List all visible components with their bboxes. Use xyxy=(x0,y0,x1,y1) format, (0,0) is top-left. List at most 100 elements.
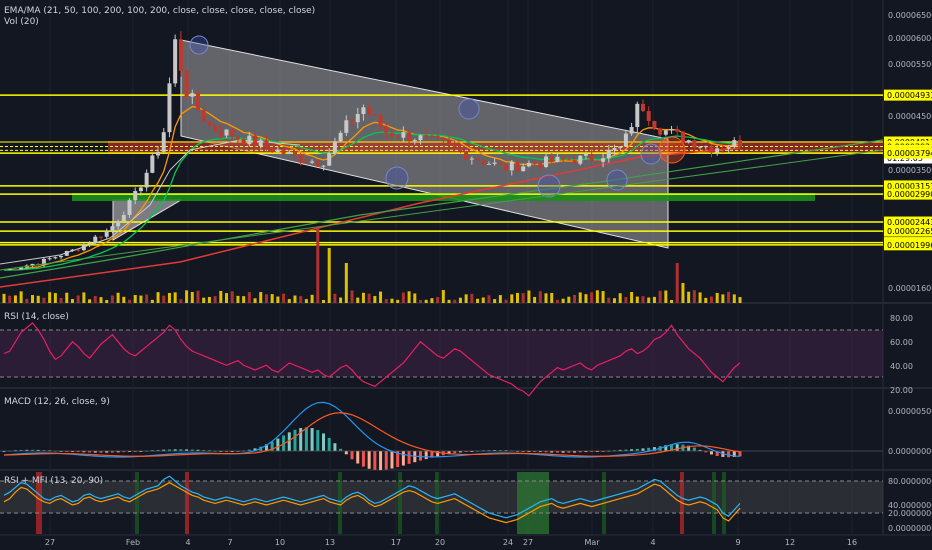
volume-bar xyxy=(82,292,86,303)
candle-body xyxy=(167,83,172,133)
volume-bar xyxy=(110,295,114,303)
highlight-circle[interactable] xyxy=(658,136,686,164)
candle-body xyxy=(190,93,195,97)
macd-histogram-bar xyxy=(401,451,405,466)
candle-body xyxy=(555,156,560,162)
volume-bar xyxy=(641,296,645,303)
rsi-pane[interactable]: RSI (14, close) xyxy=(0,312,883,397)
volume-bar xyxy=(59,297,63,303)
time-tick-label: 12 xyxy=(785,538,795,547)
candle-body xyxy=(110,226,115,231)
highlight-circle[interactable] xyxy=(458,98,480,120)
volume-bar xyxy=(270,294,274,303)
volume-bar xyxy=(25,298,29,303)
candle-body xyxy=(235,136,240,139)
candle-body xyxy=(310,161,315,163)
candle-body xyxy=(703,146,708,148)
time-tick-label: Mar xyxy=(584,538,600,547)
volume-bar xyxy=(538,291,542,303)
candle-body xyxy=(618,146,623,149)
candle-body xyxy=(692,140,697,148)
candle-body xyxy=(521,166,526,172)
macd-histogram-bar xyxy=(367,451,371,469)
candle-body xyxy=(361,107,366,115)
candle-body xyxy=(612,148,617,150)
candle-body xyxy=(572,160,577,164)
macd-pane[interactable]: MACD (12, 26, close, 9) xyxy=(0,397,883,471)
time-tick-label: 16 xyxy=(847,538,857,547)
volume-bar xyxy=(225,293,229,303)
time-tick-label: 4 xyxy=(185,538,190,547)
volume-bar xyxy=(350,290,354,303)
candle-body xyxy=(195,93,200,110)
price-pane[interactable]: EMA/MA (21, 50, 100, 200, 100, 200, clos… xyxy=(0,6,884,303)
volume-bar xyxy=(122,296,126,303)
volume-bar xyxy=(19,291,23,303)
volume-bar xyxy=(732,294,736,303)
volume-bar xyxy=(510,294,514,303)
candle-body xyxy=(515,161,520,172)
price-tick-label: 0.00006000 xyxy=(888,34,932,43)
volume-bar xyxy=(721,294,725,303)
candle-body xyxy=(201,109,206,122)
candle-body xyxy=(121,214,126,222)
macd-histogram-bar xyxy=(418,451,422,461)
volume-bar xyxy=(316,228,320,303)
volume-bar xyxy=(179,299,183,303)
candle-body xyxy=(669,129,674,131)
candle-body xyxy=(298,154,303,163)
volume-bar xyxy=(670,299,674,303)
chart-canvas[interactable]: EMA/MA (21, 50, 100, 200, 100, 200, clos… xyxy=(0,0,932,550)
candle-body xyxy=(389,132,394,137)
highlight-circle[interactable] xyxy=(189,35,209,55)
candle-body xyxy=(595,160,600,162)
candle-body xyxy=(275,149,280,152)
volume-bar xyxy=(401,292,405,303)
volume-bar xyxy=(727,291,731,303)
volume-bar xyxy=(601,291,605,303)
macd-histogram-bar xyxy=(344,451,348,455)
candle-body xyxy=(70,249,75,251)
candle-body xyxy=(338,132,343,142)
volume-bar xyxy=(458,297,462,303)
candle-body xyxy=(218,131,223,136)
candle-body xyxy=(327,153,332,166)
candle-body xyxy=(64,250,69,256)
volume-bar xyxy=(322,299,326,303)
time-axis[interactable]: 27 Feb 4 7 10 13 17 20 24 27 Mar 4 9 12 16 xyxy=(0,534,932,550)
highlight-circle[interactable] xyxy=(640,143,662,165)
signal-line xyxy=(3,412,741,457)
macd-histogram-bar xyxy=(692,447,696,451)
volume-bar xyxy=(93,296,97,303)
candle-body xyxy=(230,129,235,137)
candle-body xyxy=(350,120,355,123)
candle-body xyxy=(447,140,452,144)
candle-body xyxy=(53,257,58,259)
highlight-circle[interactable] xyxy=(385,166,409,190)
time-tick-label: 10 xyxy=(275,538,285,547)
volume-bar xyxy=(213,296,217,303)
price-axis[interactable]: 0.00006500 0.00006000 0.00005500 0.00004500… xyxy=(884,11,932,533)
volume-bar xyxy=(567,296,571,303)
highlight-circle[interactable] xyxy=(537,174,561,198)
candle-body xyxy=(292,151,297,155)
rsi-mfi-pane[interactable]: RSI + MFI (13, 20, 90) xyxy=(0,472,883,534)
rsi-tick-label: 80.00 xyxy=(890,314,913,323)
volume-bar xyxy=(167,292,171,303)
candle-body xyxy=(578,155,583,164)
candle-body xyxy=(538,163,543,167)
candle-body xyxy=(407,132,412,141)
volume-bar xyxy=(99,297,103,303)
volume-bar xyxy=(504,299,508,303)
candle-body xyxy=(184,70,189,97)
candle-body xyxy=(601,158,606,162)
volume-bar xyxy=(105,299,109,303)
candle-body xyxy=(127,200,132,215)
candle-body xyxy=(281,149,286,154)
price-tick-label: 0.00005500 xyxy=(888,60,932,69)
volume-bar xyxy=(521,293,525,303)
candle-body xyxy=(355,114,360,123)
volume-bar xyxy=(190,292,194,303)
volume-bar xyxy=(230,291,234,303)
volume-bar xyxy=(612,298,616,303)
